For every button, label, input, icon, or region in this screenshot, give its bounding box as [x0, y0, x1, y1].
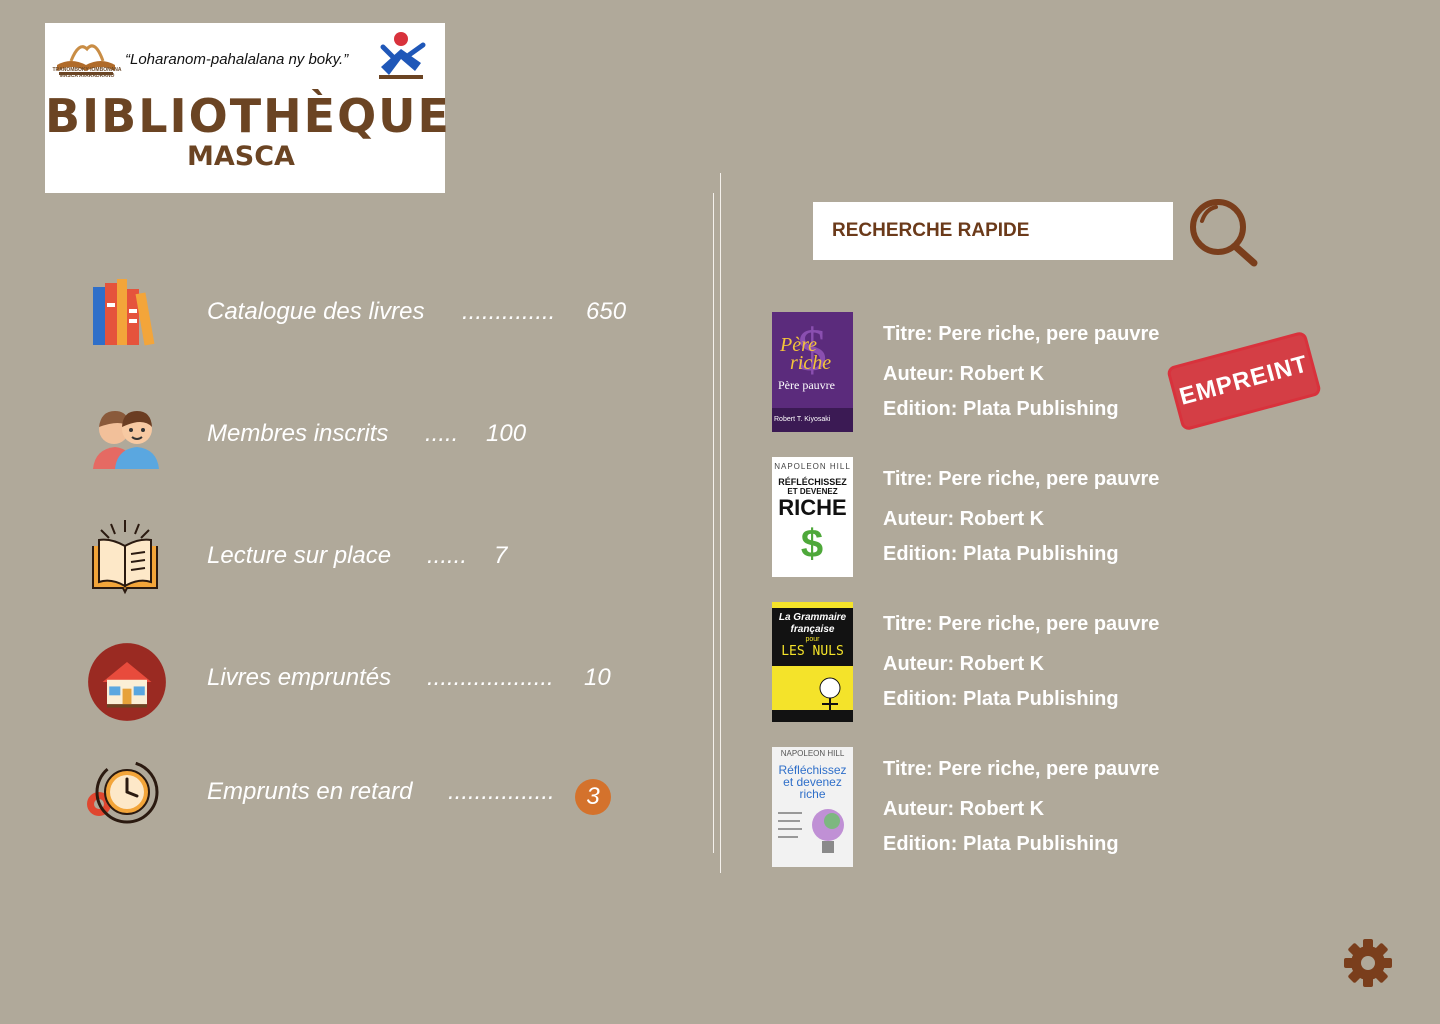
book-item[interactable]: La Grammaire française pour LES NULS Tit…	[772, 602, 1372, 724]
book-cover[interactable]: $ Père riche Père pauvre Robert T. Kiyos…	[772, 312, 853, 432]
mascot-icon	[379, 32, 426, 79]
stat-dots: ................	[448, 778, 555, 805]
stat-overdue[interactable]: Emprunts en retard ................ 3	[0, 750, 700, 840]
logo-caption: TRANOMBOKY IOMBONANA MASCA AVARADRANO	[49, 67, 125, 79]
stat-label: Livres empruntés	[207, 664, 392, 691]
stat-dots: ..............	[462, 298, 556, 325]
book-cover[interactable]: NAPOLEON HILL Réfléchissez et devenez ri…	[772, 747, 853, 867]
stat-value: 7	[494, 542, 508, 569]
cover-title-4: LES NULS	[781, 644, 844, 659]
cover-author: NAPOLEON HILL	[774, 462, 851, 471]
members-icon	[93, 411, 159, 469]
cover-author: Robert T. Kiyosaki	[774, 416, 831, 423]
divider-line	[720, 173, 721, 873]
stat-value: 100	[486, 420, 527, 447]
stat-dots: ...................	[427, 664, 554, 691]
library-logo: TRANOMBOKY IOMBONANA MASCA AVARADRANO “L…	[45, 23, 451, 193]
quick-search-box[interactable]	[813, 202, 1173, 260]
book-author: Auteur: Robert K	[883, 653, 1045, 675]
stat-dots: .....	[425, 420, 459, 447]
house-icon	[88, 643, 166, 721]
book-title: Titre: Pere riche, pere pauvre	[883, 758, 1160, 780]
book-edition: Edition: Plata Publishing	[883, 398, 1119, 420]
book-cover[interactable]: NAPOLEON HILL RÉFLÉCHISSEZ ET DEVENEZ RI…	[772, 457, 853, 577]
search-input[interactable]	[813, 202, 1153, 260]
stat-label: Lecture sur place	[207, 542, 392, 569]
book-title: Titre: Pere riche, pere pauvre	[883, 323, 1160, 345]
cover-title-3: pour	[805, 636, 820, 643]
book-author: Auteur: Robert K	[883, 798, 1045, 820]
cover-title-2: française	[790, 624, 835, 635]
stat-label: Catalogue des livres	[207, 298, 425, 325]
cover-title-3: Père pauvre	[778, 378, 835, 392]
book-edition: Edition: Plata Publishing	[883, 833, 1119, 855]
book-title: Titre: Pere riche, pere pauvre	[883, 468, 1160, 490]
overdue-count-badge: 3	[575, 779, 611, 815]
cover-title-2: riche	[790, 352, 832, 374]
cover-title-1: La Grammaire	[778, 612, 847, 623]
stat-value: 650	[586, 298, 627, 325]
svg-text:$: $	[801, 522, 823, 566]
lightbulb-icon	[778, 809, 844, 853]
library-subtitle: MASCA	[187, 141, 295, 172]
stat-members[interactable]: Membres inscrits ..... 100	[0, 392, 700, 482]
clock-gear-icon	[87, 760, 159, 824]
stat-reading[interactable]: Lecture sur place ...... 7	[0, 514, 700, 604]
gear-icon[interactable]	[1342, 937, 1394, 989]
book-edition: Edition: Plata Publishing	[883, 543, 1119, 565]
open-book-icon	[92, 520, 158, 595]
book-cover[interactable]: La Grammaire française pour LES NULS	[772, 602, 853, 722]
book-author: Auteur: Robert K	[883, 363, 1045, 385]
cover-title-1: RÉFLÉCHISSEZ	[778, 477, 847, 487]
books-icon	[93, 279, 155, 346]
logo-caption-line2: MASCA AVARADRANO	[59, 73, 115, 79]
dollar-icon: $	[801, 522, 823, 566]
divider-line	[713, 193, 714, 853]
cover-title-3: RICHE	[778, 495, 847, 520]
book-edition: Edition: Plata Publishing	[883, 688, 1119, 710]
stat-borrowed[interactable]: Livres empruntés ................... 10	[0, 636, 700, 726]
magnifier-icon[interactable]	[1184, 193, 1262, 271]
cover-author: NAPOLEON HILL	[780, 749, 845, 758]
book-item[interactable]: NAPOLEON HILL RÉFLÉCHISSEZ ET DEVENEZ RI…	[772, 457, 1372, 579]
stat-catalogue[interactable]: Catalogue des livres .............. 650	[0, 270, 700, 360]
book-author: Auteur: Robert K	[883, 508, 1045, 530]
logo-slogan: “Loharanom-pahalalana ny boky.”	[125, 51, 349, 68]
book-item[interactable]: NAPOLEON HILL Réfléchissez et devenez ri…	[772, 747, 1372, 869]
stat-dots: ......	[427, 542, 468, 569]
library-title: BIBLIOTHÈQUE	[45, 89, 451, 143]
book-title: Titre: Pere riche, pere pauvre	[883, 613, 1160, 635]
stat-label: Emprunts en retard	[207, 778, 413, 805]
stat-label: Membres inscrits	[207, 420, 389, 447]
stat-value: 10	[584, 664, 611, 691]
